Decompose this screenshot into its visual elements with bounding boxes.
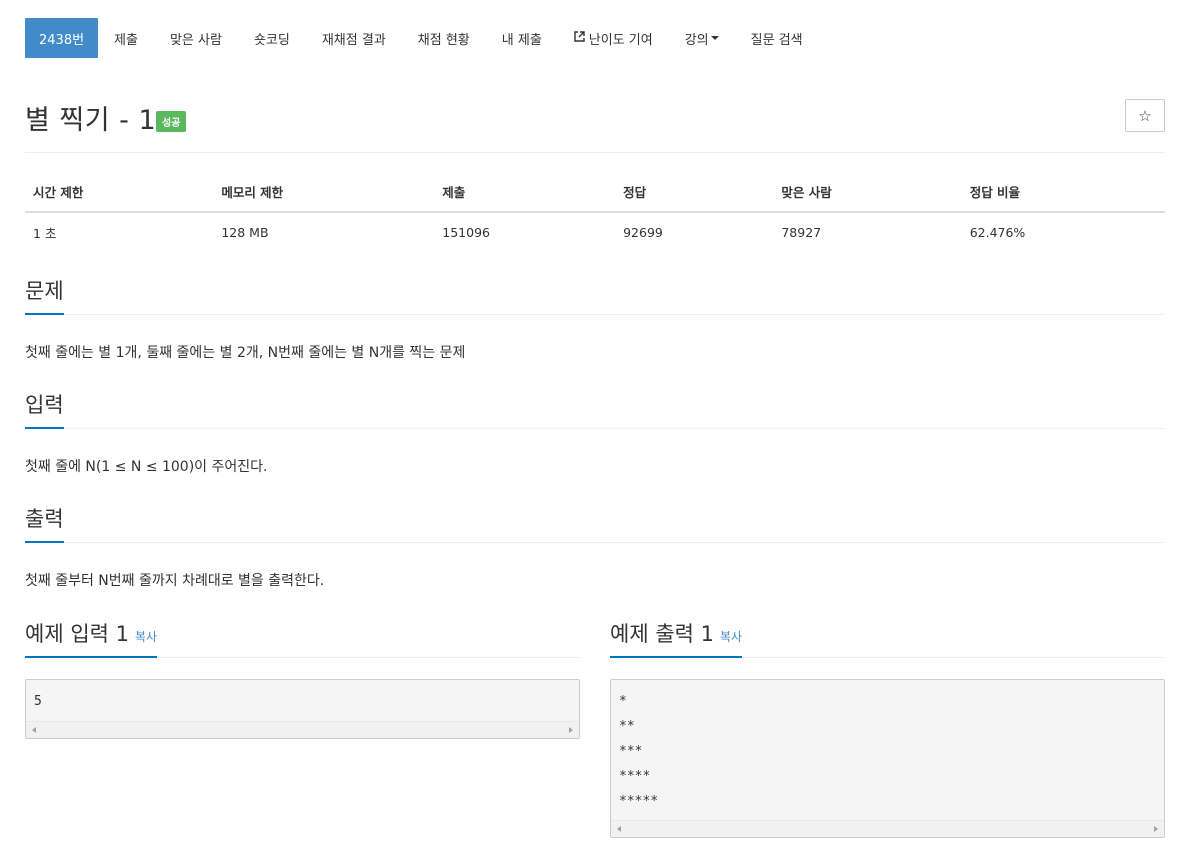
table-header: 시간 제한: [25, 172, 214, 213]
nav-tab-short-coding[interactable]: 숏코딩: [238, 18, 306, 58]
sample-output-box[interactable]: * ** *** **** *****: [610, 679, 1165, 838]
divider: [25, 428, 1165, 429]
nav-tab-my-submissions[interactable]: 내 제출: [486, 18, 558, 58]
nav-tab-label: 2438번: [39, 32, 85, 48]
horizontal-scrollbar[interactable]: [611, 820, 1164, 837]
scroll-right-icon[interactable]: [1154, 826, 1158, 832]
star-icon: ☆: [1138, 106, 1152, 125]
problem-nav: 2438번 제출 맞은 사람 숏코딩 재채점 결과 채점 현황 내 제출 난이도…: [25, 18, 819, 58]
nav-tab-problem[interactable]: 2438번: [25, 18, 99, 58]
sample-line: **: [619, 719, 635, 734]
nav-tab-rejudge[interactable]: 재채점 결과: [306, 18, 402, 58]
horizontal-scrollbar[interactable]: [26, 721, 579, 738]
section-heading: 입력: [25, 389, 64, 429]
description-section-header: 문제: [25, 275, 1165, 315]
divider: [25, 542, 1165, 543]
sample-output-header: 예제 출력 1 복사: [610, 618, 1165, 658]
copy-sample-output-link[interactable]: 복사: [720, 630, 742, 644]
input-text: 첫째 줄에 N(1 ≤ N ≤ 100)이 주어진다.: [25, 459, 268, 475]
scroll-right-icon[interactable]: [569, 727, 573, 733]
table-cell: 78927: [781, 225, 822, 240]
section-heading: 예제 출력 1 복사: [610, 618, 743, 658]
nav-tab-status[interactable]: 채점 현황: [402, 18, 486, 58]
nav-tab-label: 강의: [684, 32, 709, 48]
table-row: 1 초 128 MB 151096 92699 78927 62.476%: [25, 212, 1165, 252]
copy-sample-input-link[interactable]: 복사: [135, 630, 157, 644]
external-link-icon: [574, 31, 585, 45]
sample-line: 5: [34, 694, 42, 709]
nav-tab-label: 숏코딩: [253, 32, 290, 48]
table-header-row: 시간 제한 메모리 제한 제출 정답 맞은 사람 정답 비율: [25, 172, 1165, 213]
sample-input-box[interactable]: 5: [25, 679, 580, 739]
table-cell: 1 초: [33, 226, 57, 241]
sample-input-title: 예제 입력 1: [25, 622, 129, 646]
divider: [25, 152, 1165, 153]
section-heading: 문제: [25, 275, 64, 315]
table-header: 메모리 제한: [213, 172, 435, 213]
nav-tab-difficulty[interactable]: 난이도 기여: [558, 18, 669, 58]
scroll-left-icon[interactable]: [32, 727, 36, 733]
nav-tab-label: 질문 검색: [750, 32, 803, 48]
table-header: 정답 비율: [961, 172, 1165, 213]
sample-input-header: 예제 입력 1 복사: [25, 618, 580, 658]
sample-line: ****: [619, 769, 651, 784]
sample-line: ***: [619, 744, 643, 759]
problem-info-table: 시간 제한 메모리 제한 제출 정답 맞은 사람 정답 비율 1 초 128 M…: [25, 172, 1165, 252]
input-section-header: 입력: [25, 389, 1165, 429]
table-cell: 128 MB: [221, 225, 269, 240]
status-badge: 성공: [156, 111, 187, 132]
table-header: 제출: [434, 172, 616, 213]
page-title: 별 찍기 - 1: [25, 105, 157, 136]
caret-down-icon: [710, 36, 719, 40]
nav-tab-submit[interactable]: 제출: [98, 18, 154, 58]
nav-tab-label: 제출: [114, 32, 138, 48]
nav-tab-label: 난이도 기여: [588, 32, 653, 48]
table-cell: 151096: [442, 225, 490, 240]
table-header: 정답: [615, 172, 774, 213]
nav-tab-label: 내 제출: [501, 32, 542, 48]
nav-tab-label: 재채점 결과: [321, 32, 386, 48]
table-header: 맞은 사람: [773, 172, 962, 213]
sample-line: *****: [619, 794, 659, 809]
output-text: 첫째 줄부터 N번째 줄까지 차례대로 별을 출력한다.: [25, 573, 325, 589]
output-section-header: 출력: [25, 503, 1165, 543]
scroll-left-icon[interactable]: [617, 826, 621, 832]
section-heading: 출력: [25, 503, 64, 543]
sample-output-title: 예제 출력 1: [610, 622, 714, 646]
nav-tab-question-search[interactable]: 질문 검색: [735, 18, 819, 58]
table-cell: 92699: [623, 225, 663, 240]
divider: [25, 314, 1165, 315]
nav-tab-label: 채점 현황: [417, 32, 470, 48]
nav-tab-label: 맞은 사람: [169, 32, 222, 48]
section-heading: 예제 입력 1 복사: [25, 618, 158, 658]
favorite-button[interactable]: ☆: [1125, 99, 1165, 132]
sample-line: *: [619, 694, 627, 709]
table-cell: 62.476%: [969, 225, 1026, 240]
description-text: 첫째 줄에는 별 1개, 둘째 줄에는 별 2개, N번째 줄에는 별 N개를 …: [25, 345, 466, 361]
nav-tab-lectures[interactable]: 강의: [669, 18, 735, 58]
nav-tab-accepted[interactable]: 맞은 사람: [154, 18, 238, 58]
problem-title-row: 별 찍기 - 1 성공 ☆: [25, 96, 1165, 136]
